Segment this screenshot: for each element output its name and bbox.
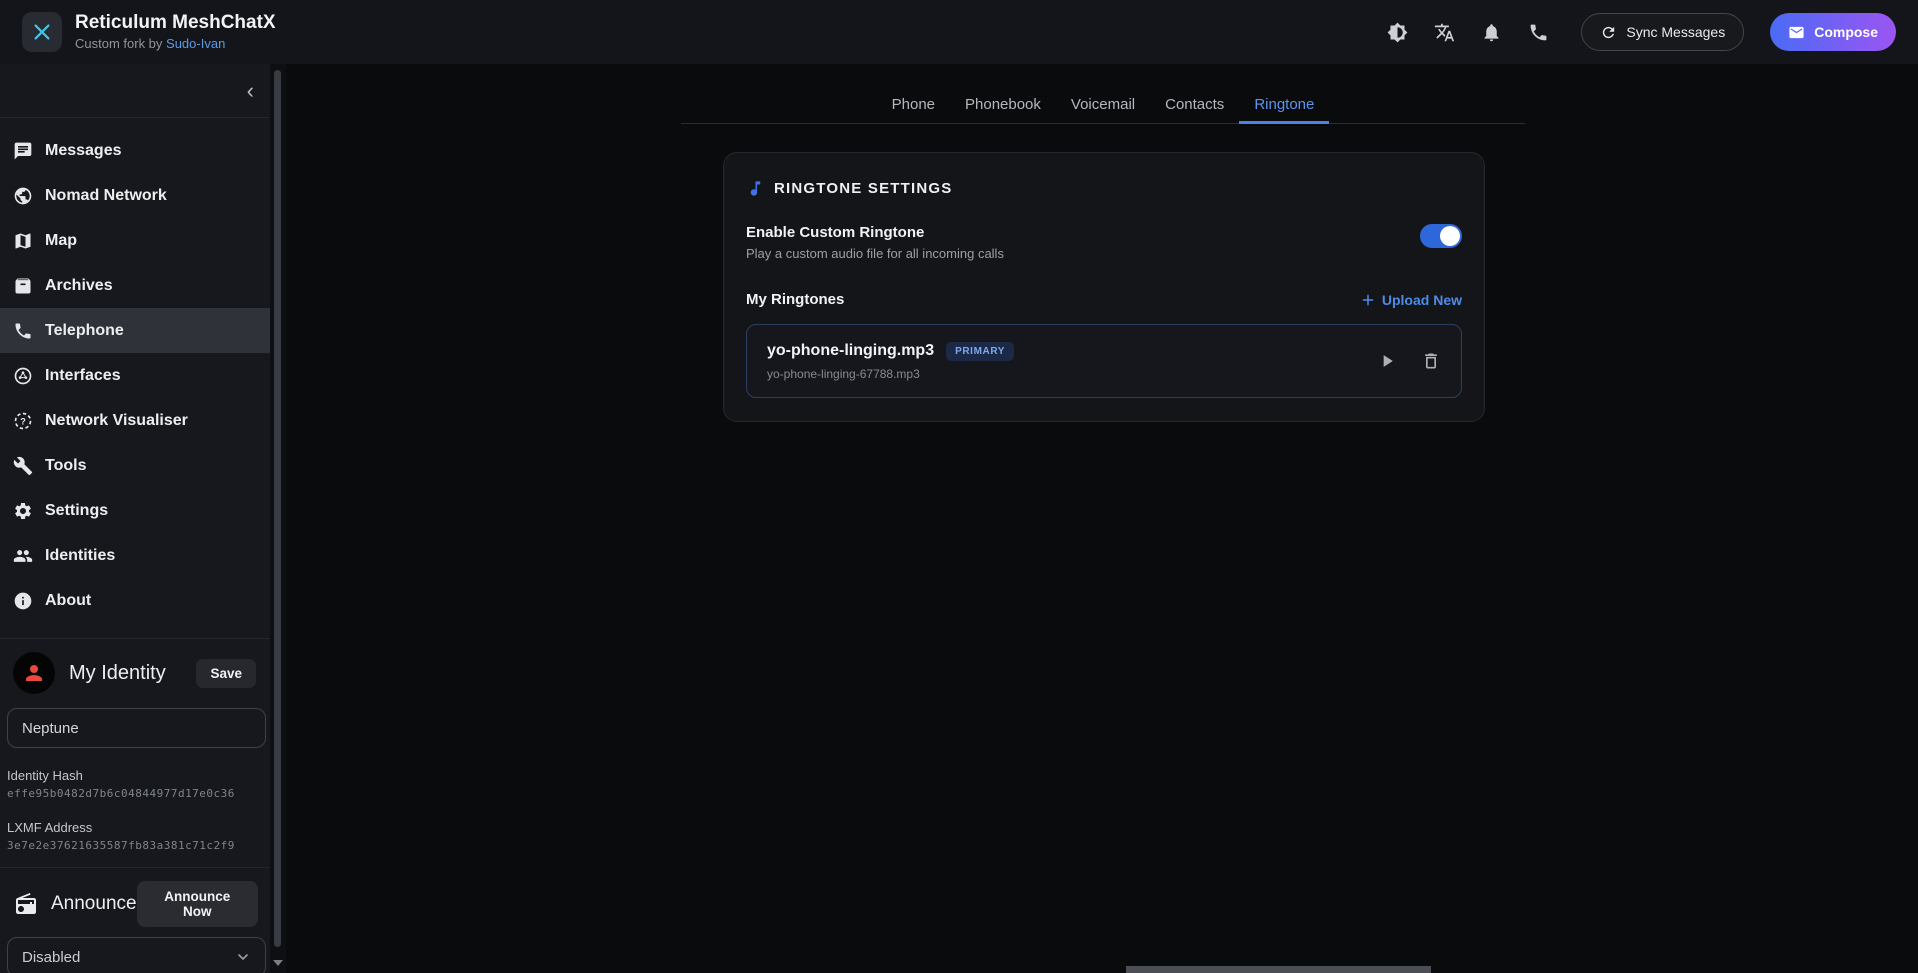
announce-now-button[interactable]: Announce Now	[137, 881, 258, 927]
tab-contacts[interactable]: Contacts	[1150, 88, 1239, 124]
announce-title: Announce	[51, 893, 137, 915]
ringtone-name: yo-phone-linging.mp3	[767, 342, 934, 360]
sidebar-item-about[interactable]: About	[0, 578, 270, 623]
tab-ringtone[interactable]: Ringtone	[1239, 88, 1329, 124]
network-visualiser-icon: ?	[13, 411, 33, 431]
tab-voicemail[interactable]: Voicemail	[1056, 88, 1150, 124]
radio-icon	[14, 892, 38, 916]
upload-new-link[interactable]: Upload New	[1361, 292, 1462, 308]
enable-custom-ringtone-description: Play a custom audio file for all incomin…	[746, 246, 1004, 261]
refresh-icon	[1600, 24, 1617, 41]
primary-badge: PRIMARY	[946, 342, 1014, 361]
compose-button[interactable]: Compose	[1770, 13, 1896, 51]
person-icon	[22, 661, 46, 685]
identity-hash-value: effe95b0482d7b6c04844977d17e0c36	[7, 787, 270, 800]
gear-icon	[13, 501, 33, 521]
ringtone-list-item: yo-phone-linging.mp3 PRIMARY yo-phone-li…	[746, 324, 1462, 398]
telephone-icon	[13, 321, 33, 341]
sidebar-scrollbar[interactable]	[270, 64, 286, 973]
avatar	[13, 652, 55, 694]
map-icon	[13, 231, 33, 251]
sidebar-item-telephone[interactable]: Telephone	[0, 308, 270, 353]
sidebar-item-identities[interactable]: Identities	[0, 533, 270, 578]
announce-interval-value: Disabled	[22, 949, 80, 966]
x-logo-icon	[31, 21, 53, 43]
theme-icon[interactable]	[1387, 22, 1408, 43]
chevron-down-icon	[235, 949, 251, 965]
identity-name-input[interactable]	[7, 708, 266, 748]
info-icon	[13, 591, 33, 611]
save-button[interactable]: Save	[196, 659, 256, 688]
sidebar: ‹ Messages Nomad Network Map Archives	[0, 64, 270, 973]
enable-custom-ringtone-label: Enable Custom Ringtone	[746, 224, 1004, 241]
sidebar-item-interfaces[interactable]: Interfaces	[0, 353, 270, 398]
author-link[interactable]: Sudo-Ivan	[166, 36, 225, 51]
ringtone-filename: yo-phone-linging-67788.mp3	[767, 367, 1014, 381]
sidebar-item-nomad-network[interactable]: Nomad Network	[0, 173, 270, 218]
mail-icon	[1788, 24, 1805, 41]
my-identity-section: My Identity Save	[0, 639, 270, 694]
archive-icon	[13, 276, 33, 296]
header: Reticulum MeshChatX Custom fork by Sudo-…	[0, 0, 1918, 64]
identity-hash-label: Identity Hash	[7, 768, 270, 783]
sync-messages-button[interactable]: Sync Messages	[1581, 13, 1744, 51]
card-header: RINGTONE SETTINGS	[746, 179, 1462, 198]
sidebar-nav: Messages Nomad Network Map Archives Tele…	[0, 118, 270, 623]
play-icon[interactable]	[1377, 351, 1397, 371]
card-title: RINGTONE SETTINGS	[774, 180, 952, 197]
collapse-sidebar-icon[interactable]: ‹	[247, 78, 254, 104]
my-ringtones-row: My Ringtones Upload New	[746, 291, 1462, 308]
my-identity-title: My Identity	[69, 662, 166, 685]
lxmf-address-value: 3e7e2e37621635587fb83a381c71c2f9	[7, 839, 270, 852]
app-title: Reticulum MeshChatX	[75, 12, 276, 34]
notifications-bell-icon[interactable]	[1481, 22, 1502, 43]
announce-section: Announce Announce Now	[0, 868, 270, 927]
globe-icon	[13, 186, 33, 206]
telephone-tabbar: Phone Phonebook Voicemail Contacts Ringt…	[681, 88, 1525, 124]
app-title-block: Reticulum MeshChatX Custom fork by Sudo-…	[75, 12, 276, 52]
translate-icon[interactable]	[1434, 22, 1455, 43]
wrench-icon	[13, 456, 33, 476]
enable-custom-ringtone-row: Enable Custom Ringtone Play a custom aud…	[746, 224, 1462, 261]
horizontal-scrollbar-thumb[interactable]	[1126, 966, 1431, 973]
sidebar-item-messages[interactable]: Messages	[0, 128, 270, 173]
people-icon	[13, 546, 33, 566]
identity-hash-block: Identity Hash effe95b0482d7b6c04844977d1…	[7, 768, 270, 800]
sidebar-item-tools[interactable]: Tools	[0, 443, 270, 488]
sidebar-item-archives[interactable]: Archives	[0, 263, 270, 308]
phone-icon[interactable]	[1528, 22, 1549, 43]
trash-icon[interactable]	[1421, 351, 1441, 371]
chat-icon	[13, 141, 33, 161]
tab-phonebook[interactable]: Phonebook	[950, 88, 1056, 124]
app-subtitle: Custom fork by Sudo-Ivan	[75, 35, 276, 52]
music-note-icon	[746, 179, 765, 198]
my-ringtones-label: My Ringtones	[746, 291, 844, 308]
ringtone-settings-card: RINGTONE SETTINGS Enable Custom Ringtone…	[723, 152, 1485, 422]
lxmf-address-block: LXMF Address 3e7e2e37621635587fb83a381c7…	[7, 820, 270, 852]
tab-phone[interactable]: Phone	[877, 88, 950, 124]
enable-custom-ringtone-toggle[interactable]	[1420, 224, 1462, 248]
interfaces-icon	[13, 366, 33, 386]
scrollbar-down-arrow-icon[interactable]	[273, 960, 283, 966]
toggle-knob	[1440, 226, 1460, 246]
lxmf-address-label: LXMF Address	[7, 820, 270, 835]
sidebar-item-map[interactable]: Map	[0, 218, 270, 263]
sidebar-item-network-visualiser[interactable]: ? Network Visualiser	[0, 398, 270, 443]
announce-interval-select[interactable]: Disabled	[7, 937, 266, 973]
sidebar-collapse-row: ‹	[0, 64, 270, 118]
sidebar-item-settings[interactable]: Settings	[0, 488, 270, 533]
sidebar-scrollbar-thumb[interactable]	[274, 70, 281, 947]
app-logo[interactable]	[22, 12, 62, 52]
svg-text:?: ?	[20, 416, 26, 426]
plus-icon	[1361, 293, 1375, 307]
